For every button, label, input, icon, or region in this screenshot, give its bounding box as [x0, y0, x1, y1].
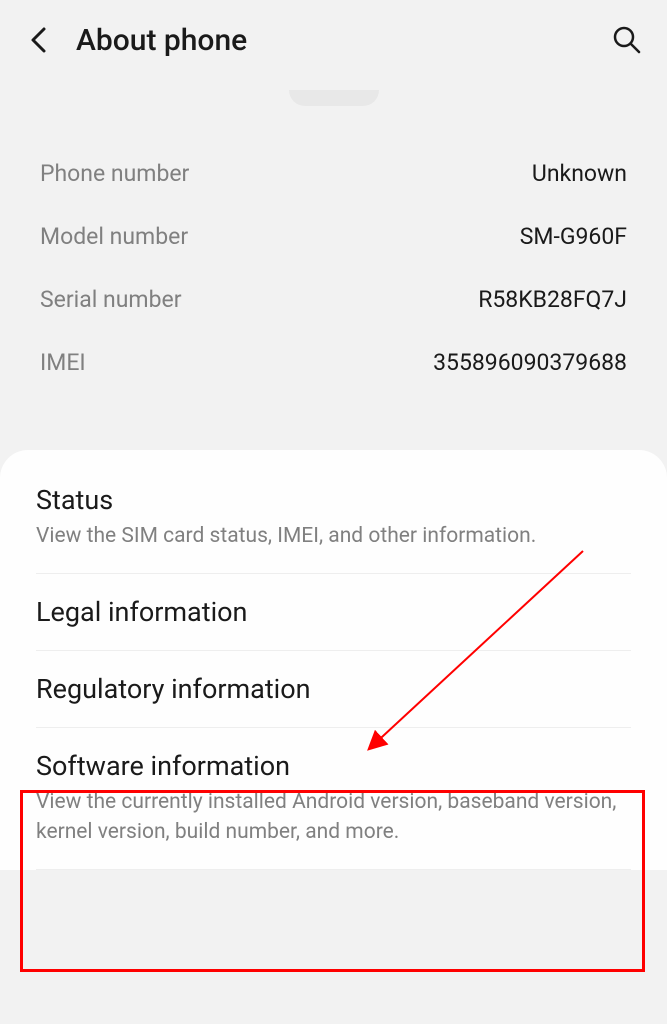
- serial-number-label: Serial number: [40, 286, 182, 313]
- model-number-value: SM-G960F: [520, 223, 627, 250]
- back-icon[interactable]: [24, 26, 52, 54]
- regulatory-information-title: Regulatory information: [36, 673, 631, 705]
- imei-label: IMEI: [40, 349, 86, 376]
- model-number-label: Model number: [40, 223, 188, 250]
- page-title: About phone: [76, 23, 611, 58]
- imei-row[interactable]: IMEI 355896090379688: [40, 331, 627, 394]
- tab-indicator: [289, 90, 379, 106]
- software-information-title: Software information: [36, 750, 631, 782]
- legal-information-title: Legal information: [36, 596, 631, 628]
- software-information-item[interactable]: Software information View the currently …: [36, 728, 631, 870]
- software-information-subtitle: View the currently installed Android ver…: [36, 788, 631, 847]
- settings-card: Status View the SIM card status, IMEI, a…: [0, 450, 667, 870]
- serial-number-value: R58KB28FQ7J: [478, 286, 627, 313]
- imei-value: 355896090379688: [433, 349, 627, 376]
- header: About phone: [0, 0, 667, 80]
- phone-number-label: Phone number: [40, 160, 189, 187]
- phone-number-row[interactable]: Phone number Unknown: [40, 142, 627, 205]
- status-item[interactable]: Status View the SIM card status, IMEI, a…: [36, 462, 631, 574]
- serial-number-row[interactable]: Serial number R58KB28FQ7J: [40, 268, 627, 331]
- status-title: Status: [36, 484, 631, 516]
- search-icon[interactable]: [611, 24, 643, 56]
- status-subtitle: View the SIM card status, IMEI, and othe…: [36, 522, 631, 551]
- phone-number-value: Unknown: [532, 160, 627, 187]
- legal-information-item[interactable]: Legal information: [36, 574, 631, 651]
- regulatory-information-item[interactable]: Regulatory information: [36, 651, 631, 728]
- device-info-section: Phone number Unknown Model number SM-G96…: [0, 134, 667, 434]
- model-number-row[interactable]: Model number SM-G960F: [40, 205, 627, 268]
